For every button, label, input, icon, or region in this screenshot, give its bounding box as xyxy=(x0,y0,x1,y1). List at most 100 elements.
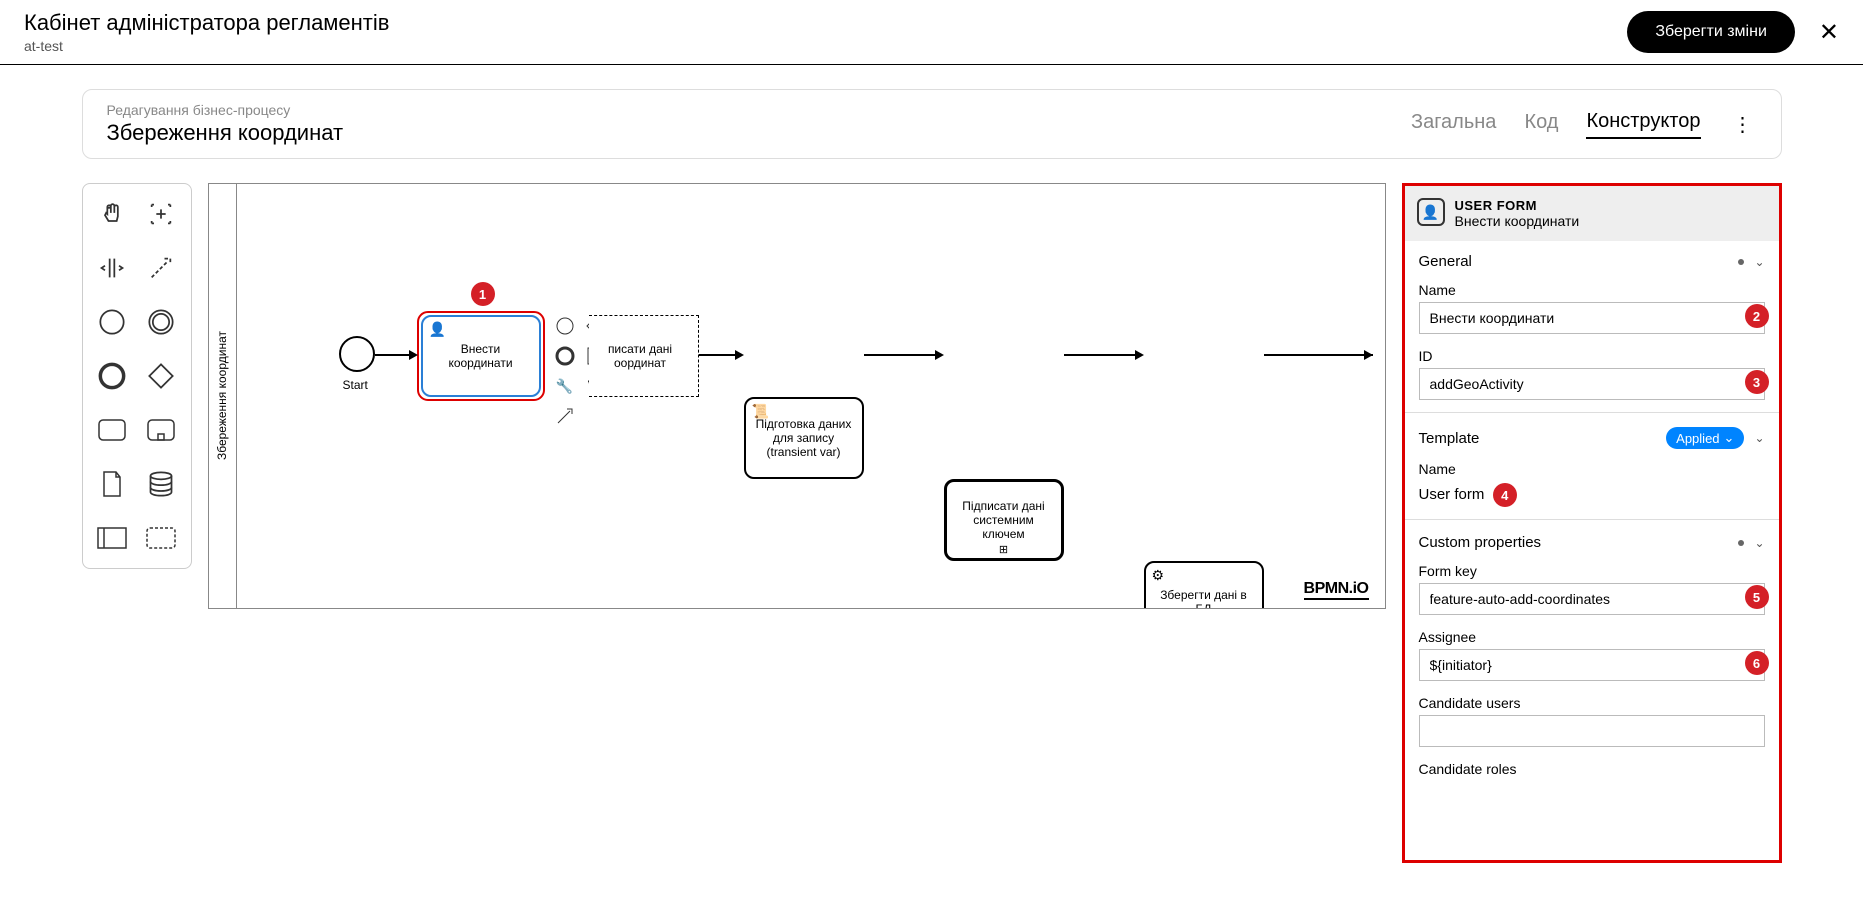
start-event-icon[interactable] xyxy=(91,304,134,340)
field-id: ID 3 xyxy=(1405,344,1779,410)
label-formkey: Form key xyxy=(1419,563,1765,579)
ctx-event-icon[interactable] xyxy=(553,314,577,338)
tab-constructor[interactable]: Конструктор xyxy=(1586,110,1700,139)
chevron-down-icon: ⌄ xyxy=(1724,430,1735,446)
input-assignee[interactable] xyxy=(1419,649,1765,681)
badge-2: 2 xyxy=(1745,304,1769,328)
gateway-icon[interactable] xyxy=(140,358,183,394)
section-general[interactable]: General ⌄ xyxy=(1405,241,1779,278)
tabs: Загальна Код Конструктор ⋮ xyxy=(1411,110,1757,139)
subheader-left: Редагування бізнес-процесу Збереження ко… xyxy=(107,102,344,146)
tab-code[interactable]: Код xyxy=(1524,111,1558,138)
arrowhead-icon xyxy=(1135,350,1144,360)
task-prepare-data[interactable]: 📜 Підготовка даних для запису (transient… xyxy=(744,397,864,479)
field-candidate-roles: Candidate roles xyxy=(1405,757,1779,791)
intermediate-event-icon[interactable] xyxy=(140,304,183,340)
tool-palette xyxy=(82,183,192,569)
field-name: Name 2 xyxy=(1405,278,1779,344)
arrowhead-icon xyxy=(409,350,418,360)
flow-arrow xyxy=(864,354,939,356)
badge-1: 1 xyxy=(471,282,495,306)
close-icon[interactable]: ✕ xyxy=(1819,18,1839,47)
app-title: Кабінет адміністратора регламентів xyxy=(24,10,389,36)
label-id: ID xyxy=(1419,348,1765,364)
input-formkey[interactable] xyxy=(1419,583,1765,615)
input-name[interactable] xyxy=(1419,302,1765,334)
element-type: USER FORM xyxy=(1455,198,1580,213)
badge-4: 4 xyxy=(1493,483,1517,507)
bpmn-watermark: BPMN.iO xyxy=(1304,580,1369,600)
task-sign-data[interactable]: Підписати дані системним ключем ⊞ xyxy=(944,479,1064,561)
label-name: Name xyxy=(1419,282,1765,298)
page-title: Збереження координат xyxy=(107,120,344,146)
input-candidate-users[interactable] xyxy=(1419,715,1765,747)
field-formkey: Form key 5 xyxy=(1405,559,1779,625)
chevron-down-icon[interactable]: ⌄ xyxy=(1754,536,1764,550)
header-actions: Зберегти зміни ✕ xyxy=(1627,11,1839,53)
template-name-value: User form 4 xyxy=(1419,481,1765,507)
dot-icon xyxy=(1738,540,1744,546)
subprocess-icon[interactable] xyxy=(140,412,183,448)
label-candidate-roles: Candidate roles xyxy=(1419,761,1765,777)
app-subtitle: at-test xyxy=(24,38,389,54)
tab-general[interactable]: Загальна xyxy=(1411,111,1496,138)
lasso-tool-icon[interactable] xyxy=(140,196,183,232)
arrowhead-icon xyxy=(935,350,944,360)
element-name: Внести координати xyxy=(1455,213,1580,229)
breadcrumb: Редагування бізнес-процесу xyxy=(107,102,344,118)
bpmn-canvas[interactable]: Збереження координат Start 👤Внести коорд… xyxy=(208,183,1386,609)
field-candidate-users: Candidate users xyxy=(1405,691,1779,757)
task-icon[interactable] xyxy=(91,412,134,448)
task-hint[interactable]: писати дані оординат xyxy=(589,315,699,397)
template-applied-chip[interactable]: Applied ⌄ xyxy=(1666,427,1744,449)
editor-main: Збереження координат Start 👤Внести коорд… xyxy=(82,183,1782,863)
badge-3: 3 xyxy=(1745,370,1769,394)
arrowhead-icon xyxy=(1364,350,1373,360)
label-candidate-users: Candidate users xyxy=(1419,695,1765,711)
section-template[interactable]: Template Applied ⌄ ⌄ xyxy=(1405,415,1779,457)
field-template-name: Name User form 4 xyxy=(1405,457,1779,517)
subprocess-marker-icon: ⊞ xyxy=(999,543,1008,556)
panel-header: 👤 USER FORM Внести координати xyxy=(1405,186,1779,241)
section-custom[interactable]: Custom properties ⌄ xyxy=(1405,522,1779,559)
user-task-icon: 👤 xyxy=(1417,198,1445,226)
task-save-db[interactable]: ⚙ Зберегти дані в БД xyxy=(1144,561,1264,609)
panel-body[interactable]: General ⌄ Name 2 ID 3 Template A xyxy=(1405,241,1779,860)
field-assignee: Assignee 6 xyxy=(1405,625,1779,691)
ctx-end-event-icon[interactable] xyxy=(553,344,577,368)
kebab-menu-icon[interactable]: ⋮ xyxy=(1729,112,1757,137)
script-icon: 📜 xyxy=(752,403,769,420)
flow-arrow xyxy=(1064,354,1139,356)
end-event-icon[interactable] xyxy=(91,358,134,394)
data-store-icon[interactable] xyxy=(140,466,183,502)
properties-panel: 👤 USER FORM Внести координати General ⌄ … xyxy=(1402,183,1782,863)
group-icon[interactable] xyxy=(140,520,183,556)
dot-icon xyxy=(1738,259,1744,265)
space-tool-icon[interactable] xyxy=(91,250,134,286)
save-button[interactable]: Зберегти зміни xyxy=(1627,11,1795,53)
pool-icon[interactable] xyxy=(91,520,134,556)
chevron-down-icon[interactable]: ⌄ xyxy=(1754,431,1764,445)
subheader-card: Редагування бізнес-процесу Збереження ко… xyxy=(82,89,1782,159)
chevron-down-icon[interactable]: ⌄ xyxy=(1754,255,1764,269)
hand-tool-icon[interactable] xyxy=(91,196,134,232)
badge-6: 6 xyxy=(1745,651,1769,675)
start-event[interactable]: Start xyxy=(339,336,375,372)
ctx-connect-icon[interactable] xyxy=(553,404,577,428)
label-template-name: Name xyxy=(1419,461,1765,477)
flow-arrow xyxy=(699,354,739,356)
header-titles: Кабінет адміністратора регламентів at-te… xyxy=(24,10,389,54)
app-header: Кабінет адміністратора регламентів at-te… xyxy=(0,0,1863,65)
flow-arrow xyxy=(1264,354,1373,356)
label-assignee: Assignee xyxy=(1419,629,1765,645)
service-icon: ⚙ xyxy=(1152,567,1165,584)
task-add-coordinates[interactable]: 👤Внести координати xyxy=(417,311,545,401)
data-object-icon[interactable] xyxy=(91,466,134,502)
start-label: Start xyxy=(343,378,368,392)
arrowhead-icon xyxy=(735,350,744,360)
ctx-wrench-icon[interactable]: 🔧 xyxy=(553,374,577,398)
input-id[interactable] xyxy=(1419,368,1765,400)
connect-tool-icon[interactable] xyxy=(140,250,183,286)
badge-5: 5 xyxy=(1745,585,1769,609)
lane-label: Збереження координат xyxy=(209,184,237,608)
